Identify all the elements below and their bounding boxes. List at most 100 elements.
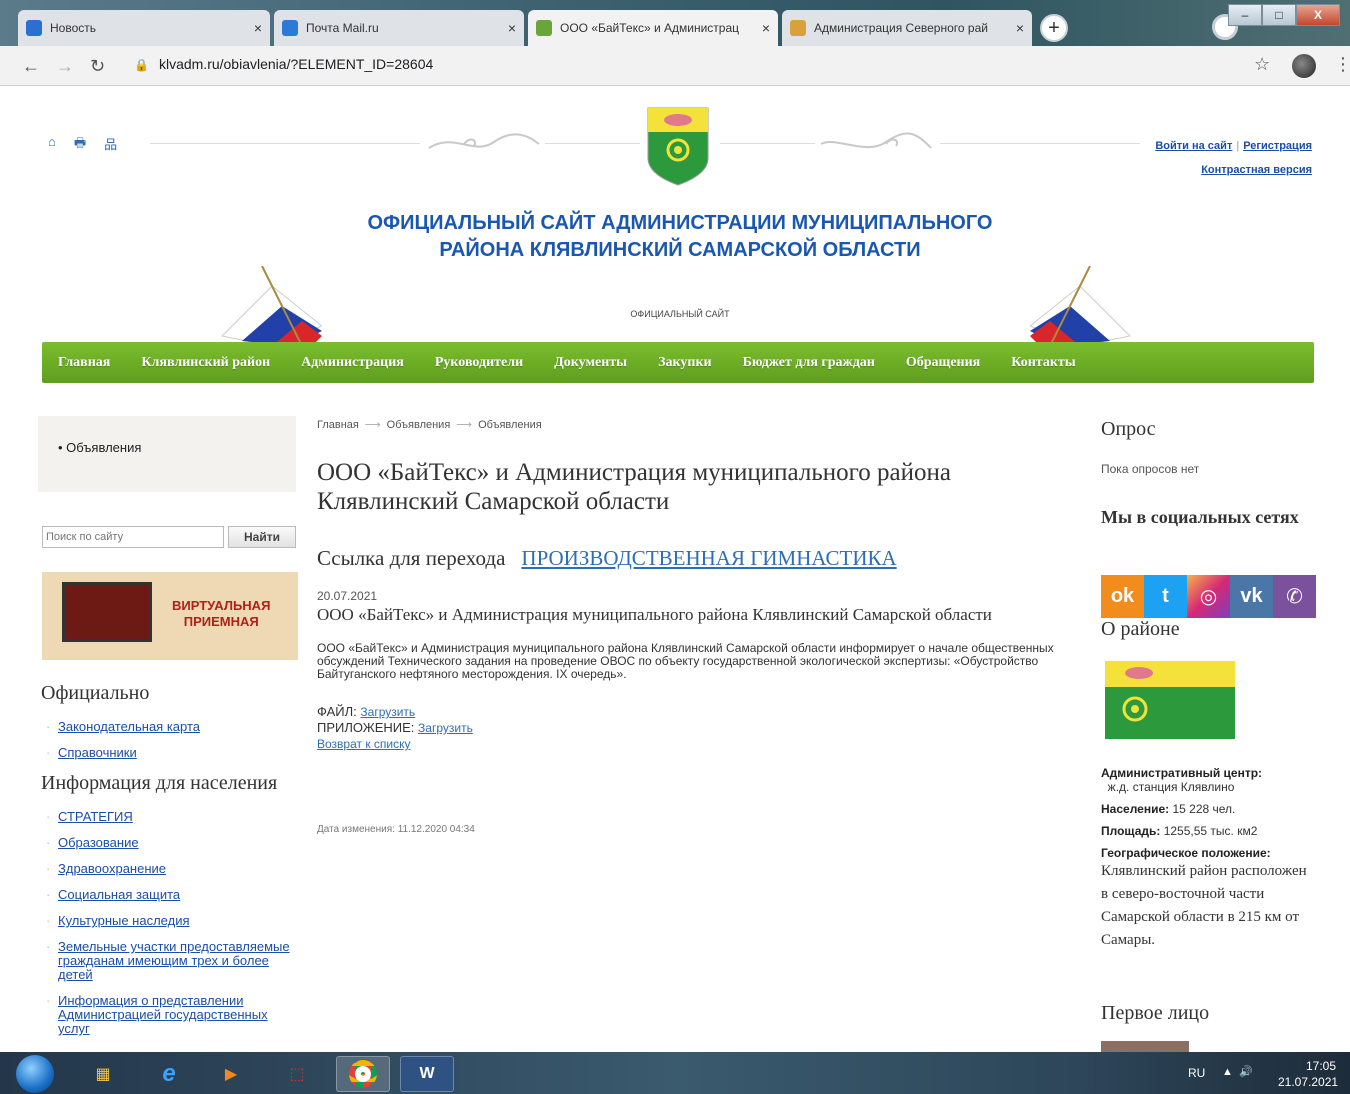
- language-indicator[interactable]: RU: [1188, 1066, 1205, 1080]
- menu-icon[interactable]: ⋮: [1334, 54, 1350, 75]
- media-player-icon[interactable]: ▶: [204, 1056, 258, 1092]
- window-controls: – □ X: [1228, 4, 1340, 26]
- forward-icon[interactable]: →: [56, 56, 74, 77]
- social-protection-link[interactable]: Социальная защита: [58, 887, 180, 902]
- nav-documents[interactable]: Документы: [554, 355, 627, 371]
- web-page: ⌂ 🖶 品 Войти на сайт | Регистрация Контраст…: [0, 86, 1350, 1052]
- star-icon[interactable]: ☆: [1254, 54, 1270, 75]
- healthcare-link[interactable]: Здравоохранение: [58, 861, 166, 876]
- start-button[interactable]: [16, 1055, 54, 1093]
- admin-center-value: ж.д. станция Клявлино: [1107, 780, 1235, 794]
- file-label: ФАЙЛ:: [317, 704, 357, 719]
- nav-district[interactable]: Клявлинский район: [141, 355, 270, 371]
- register-link[interactable]: Регистрация: [1243, 140, 1312, 152]
- strategy-link[interactable]: СТРАТЕГИЯ: [58, 809, 133, 824]
- home-icon[interactable]: ⌂: [48, 134, 56, 156]
- close-tab-icon[interactable]: ×: [1016, 20, 1024, 36]
- word-icon[interactable]: W: [400, 1056, 454, 1092]
- breadcrumb-current: Объявления: [478, 419, 542, 431]
- area-label: Площадь:: [1101, 824, 1161, 838]
- population-value: 15 228 чел.: [1172, 802, 1236, 816]
- modified-date: Дата изменения: 11.12.2020 04:34: [317, 824, 475, 835]
- virtual-reception-banner[interactable]: ВИРТУАЛЬНАЯ ПРИЕМНАЯ: [42, 572, 298, 660]
- section-menu: • Объявления: [38, 416, 296, 492]
- attachment-download-link[interactable]: Загрузить: [418, 721, 473, 735]
- contrast-version-link[interactable]: Контрастная версия: [1201, 164, 1312, 176]
- tab-title: ООО «БайТекс» и Администрац: [560, 21, 740, 35]
- url-text: klvadm.ru/obiavlenia/?ELEMENT_ID=28604: [158, 56, 434, 72]
- info-links: СТРАТЕГИЯ Образование Здравоохранение Со…: [44, 810, 294, 1048]
- ie-icon[interactable]: e: [142, 1056, 196, 1092]
- reload-icon[interactable]: ↻: [90, 56, 105, 77]
- legislative-map-link[interactable]: Законодательная карта: [58, 719, 200, 734]
- instagram-icon[interactable]: ◎: [1187, 575, 1230, 618]
- gymnastics-link[interactable]: ПРОИЗВОДСТВЕННАЯ ГИМНАСТИКА: [521, 546, 896, 570]
- cultural-heritage-link[interactable]: Культурные наследия: [58, 913, 190, 928]
- site-favicon-icon: [536, 20, 552, 36]
- pdf-icon[interactable]: ⬚: [270, 1056, 324, 1092]
- clock[interactable]: 17:05 21.07.2021: [1278, 1058, 1339, 1090]
- education-link[interactable]: Образование: [58, 835, 139, 850]
- nav-contacts[interactable]: Контакты: [1011, 355, 1075, 371]
- close-tab-icon[interactable]: ×: [762, 20, 770, 36]
- chrome-icon[interactable]: [336, 1056, 390, 1092]
- close-tab-icon[interactable]: ×: [508, 20, 516, 36]
- back-icon[interactable]: ←: [22, 56, 40, 77]
- nav-appeals[interactable]: Обращения: [906, 355, 980, 371]
- breadcrumb-announcements[interactable]: Объявления: [387, 419, 451, 431]
- new-tab-button[interactable]: +: [1040, 14, 1068, 42]
- login-link[interactable]: Войти на сайт: [1155, 140, 1232, 152]
- section-menu-item[interactable]: • Объявления: [58, 440, 141, 455]
- tab-mail[interactable]: Почта Mail.ru ×: [274, 10, 524, 46]
- explorer-icon[interactable]: ▦: [76, 1056, 130, 1092]
- search-input[interactable]: [42, 526, 224, 548]
- viber-icon[interactable]: ✆: [1273, 575, 1316, 618]
- nav-administration[interactable]: Администрация: [301, 355, 404, 371]
- attachment-label: ПРИЛОЖЕНИЕ:: [317, 720, 415, 735]
- russian-flags-icon: [1030, 266, 1132, 346]
- windows-taskbar: ▦ e ▶ ⬚ W RU ▲ 🔊 17:05 21.07.2021: [0, 1052, 1350, 1094]
- tray-icons[interactable]: ▲ 🔊: [1222, 1065, 1253, 1078]
- emblem-icon: [62, 582, 152, 642]
- print-icon[interactable]: 🖶: [74, 134, 86, 156]
- first-face-photo[interactable]: [1101, 1041, 1189, 1052]
- search-button[interactable]: Найти: [228, 526, 296, 548]
- vk-icon[interactable]: vk: [1230, 575, 1273, 618]
- mail-favicon-icon: [26, 20, 42, 36]
- tab-novost[interactable]: Новость ×: [18, 10, 270, 46]
- close-tab-icon[interactable]: ×: [254, 20, 262, 36]
- back-to-list-link[interactable]: Возврат к списку: [317, 737, 411, 751]
- nav-budget[interactable]: Бюджет для граждан: [743, 355, 875, 371]
- clock-date: 21.07.2021: [1278, 1075, 1339, 1089]
- first-face-heading: Первое лицо: [1101, 1002, 1210, 1024]
- file-download-link[interactable]: Загрузить: [360, 705, 415, 719]
- district-info: Административный центр: ж.д. станция Кля…: [1101, 766, 1316, 952]
- twitter-icon[interactable]: t: [1144, 575, 1187, 618]
- avatar[interactable]: [1292, 54, 1316, 78]
- close-window-button[interactable]: X: [1296, 4, 1340, 26]
- odnoklassniki-icon[interactable]: ok: [1101, 575, 1144, 618]
- tab-severny[interactable]: Администрация Северного рай ×: [782, 10, 1032, 46]
- tab-baitex[interactable]: ООО «БайТекс» и Администрац ×: [528, 10, 778, 46]
- url-field[interactable]: 🔒 klvadm.ru/obiavlenia/?ELEMENT_ID=28604: [134, 56, 433, 72]
- breadcrumb-home[interactable]: Главная: [317, 419, 359, 431]
- population-label: Население:: [1101, 802, 1170, 816]
- nav-procurement[interactable]: Закупки: [658, 355, 711, 371]
- land-plots-link[interactable]: Земельные участки предоставляемые гражда…: [58, 939, 290, 982]
- tab-title: Почта Mail.ru: [306, 21, 379, 35]
- nav-home[interactable]: Главная: [58, 355, 110, 371]
- site-subtitle: ОФИЦИАЛЬНЫЙ САЙТ: [630, 309, 730, 319]
- sitemap-icon[interactable]: 品: [104, 134, 117, 156]
- article-subtitle: ООО «БайТекс» и Администрация муниципаль…: [317, 605, 992, 624]
- tab-title: Администрация Северного рай: [814, 21, 988, 35]
- address-toolbar: ← → ↻ 🔒 klvadm.ru/obiavlenia/?ELEMENT_ID=…: [0, 46, 1350, 86]
- maximize-button[interactable]: □: [1262, 4, 1296, 26]
- clock-time: 17:05: [1305, 1059, 1336, 1073]
- handbooks-link[interactable]: Справочники: [58, 745, 137, 760]
- public-services-link[interactable]: Информация о представлении Администрацие…: [58, 993, 268, 1036]
- social-heading: Мы в социальных сетях: [1101, 507, 1299, 527]
- link-prefix: Ссылка для перехода: [317, 546, 506, 570]
- browser-tab-strip: Новость × Почта Mail.ru × ООО «БайТекс» …: [0, 0, 1350, 46]
- nav-leaders[interactable]: Руководители: [435, 355, 523, 371]
- minimize-button[interactable]: –: [1228, 4, 1262, 26]
